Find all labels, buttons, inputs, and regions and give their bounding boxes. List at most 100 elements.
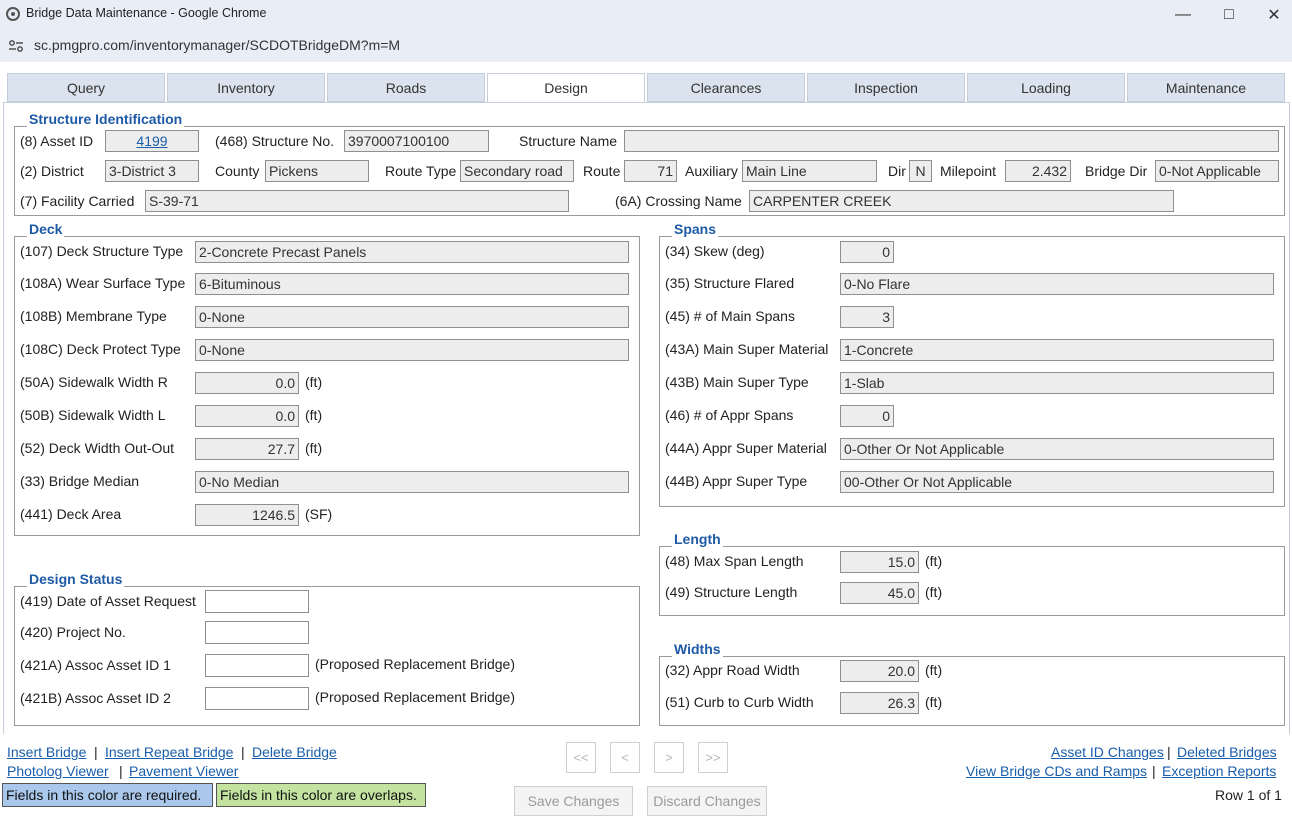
design-status-field-input[interactable] (205, 621, 309, 644)
deck-field-value[interactable]: 0.0 (195, 405, 299, 427)
design-status-field-input[interactable] (205, 590, 309, 613)
spans-field-label: (43A) Main Super Material (665, 341, 829, 357)
tab-inspection[interactable]: Inspection (807, 73, 965, 102)
facility-carried-field[interactable]: S-39-71 (145, 190, 569, 212)
deleted-bridges-link[interactable]: Deleted Bridges (1177, 744, 1277, 760)
deck-field-value[interactable]: 0-No Median (195, 471, 629, 493)
link-separator: | (119, 763, 123, 779)
spans-field-value[interactable]: 00-Other Or Not Applicable (840, 471, 1274, 493)
pavement-viewer-link[interactable]: Pavement Viewer (129, 763, 238, 779)
dir-field[interactable]: N (909, 160, 932, 182)
previous-record-button[interactable]: < (610, 742, 640, 773)
deck-field-value[interactable]: 27.7 (195, 438, 299, 460)
spans-field-value[interactable]: 0-Other Or Not Applicable (840, 438, 1274, 460)
spans-field-value[interactable]: 3 (840, 306, 894, 328)
milepoint-field[interactable]: 2.432 (1005, 160, 1071, 182)
spans-field-value[interactable]: 0-No Flare (840, 273, 1274, 295)
deck-field-label: (107) Deck Structure Type (20, 243, 184, 259)
asset-id-changes-link[interactable]: Asset ID Changes (1051, 744, 1164, 760)
discard-changes-button[interactable]: Discard Changes (647, 786, 767, 816)
tab-clearances[interactable]: Clearances (647, 73, 805, 102)
dir-label: Dir (888, 163, 906, 179)
spans-field-value[interactable]: 1-Slab (840, 372, 1274, 394)
tab-design[interactable]: Design (487, 73, 645, 103)
widths-field-value[interactable]: 26.3 (840, 692, 919, 714)
asset-id-field[interactable]: 4199 (105, 130, 199, 152)
delete-bridge-link[interactable]: Delete Bridge (252, 744, 337, 760)
length-field-value[interactable]: 15.0 (840, 551, 919, 573)
length-field-unit: (ft) (925, 553, 943, 569)
design-status-field-label: (421A) Assoc Asset ID 1 (20, 657, 171, 673)
structure-no-field[interactable]: 3970007100100 (344, 130, 489, 152)
bridge-dir-field[interactable]: 0-Not Applicable (1155, 160, 1279, 182)
link-separator: | (1152, 763, 1156, 779)
widths-field-unit: (ft) (925, 694, 943, 710)
maximize-icon[interactable]: □ (1206, 0, 1252, 30)
deck-field-value[interactable]: 0-None (195, 306, 629, 328)
length-field-value[interactable]: 45.0 (840, 582, 919, 604)
first-record-button[interactable]: << (566, 742, 596, 773)
window-title-bar: Bridge Data Maintenance - Google Chrome … (0, 0, 1292, 30)
widths-field-unit: (ft) (925, 662, 943, 678)
bridge-dir-label: Bridge Dir (1085, 163, 1148, 179)
spans-field-label: (43B) Main Super Type (665, 374, 809, 390)
deck-field-value[interactable]: 0.0 (195, 372, 299, 394)
deck-field-value[interactable]: 1246.5 (195, 504, 299, 526)
photolog-viewer-link[interactable]: Photolog Viewer (7, 763, 109, 779)
route-type-field[interactable]: Secondary road (460, 160, 574, 182)
deck-field-label: (108B) Membrane Type (20, 308, 167, 324)
deck-legend: Deck (27, 221, 65, 237)
design-status-field-input[interactable] (205, 687, 309, 710)
link-separator: | (241, 744, 245, 760)
deck-field-label: (50A) Sidewalk Width R (20, 374, 168, 390)
tab-query[interactable]: Query (7, 73, 165, 102)
length-field-unit: (ft) (925, 584, 943, 600)
widths-field-value[interactable]: 20.0 (840, 660, 919, 682)
insert-repeat-bridge-link[interactable]: Insert Repeat Bridge (105, 744, 233, 760)
last-record-button[interactable]: >> (698, 742, 728, 773)
exception-reports-link[interactable]: Exception Reports (1162, 763, 1276, 779)
insert-bridge-link[interactable]: Insert Bridge (7, 744, 86, 760)
district-field[interactable]: 3-District 3 (105, 160, 199, 182)
deck-field-value[interactable]: 0-None (195, 339, 629, 361)
save-changes-button[interactable]: Save Changes (514, 786, 633, 816)
district-label: (2) District (20, 163, 84, 179)
spans-field-label: (34) Skew (deg) (665, 243, 765, 259)
spans-field-value[interactable]: 0 (840, 405, 894, 427)
deck-field-unit: (SF) (305, 506, 333, 522)
address-bar[interactable]: sc.pmgpro.com/inventorymanager/SCDOTBrid… (0, 30, 1292, 62)
auxiliary-label: Auxiliary (685, 163, 738, 179)
route-type-label: Route Type (385, 163, 457, 179)
site-settings-icon[interactable] (8, 39, 24, 53)
structure-name-field[interactable] (624, 130, 1279, 152)
county-field[interactable]: Pickens (265, 160, 369, 182)
spans-field-value[interactable]: 1-Concrete (840, 339, 1274, 361)
design-status-field-input[interactable] (205, 654, 309, 677)
deck-field-label: (50B) Sidewalk Width L (20, 407, 166, 423)
tab-loading[interactable]: Loading (967, 73, 1125, 102)
design-status-field-label: (421B) Assoc Asset ID 2 (20, 690, 171, 706)
structure-no-label: (468) Structure No. (215, 133, 335, 149)
deck-field-value[interactable]: 2-Concrete Precast Panels (195, 241, 629, 263)
asset-id-link[interactable]: 4199 (136, 133, 167, 149)
close-icon[interactable]: ✕ (1251, 0, 1292, 30)
crossing-name-field[interactable]: CARPENTER CREEK (749, 190, 1174, 212)
view-bridge-cds-ramps-link[interactable]: View Bridge CDs and Ramps (966, 763, 1147, 779)
facility-carried-label: (7) Facility Carried (20, 193, 135, 209)
deck-field-value[interactable]: 6-Bituminous (195, 273, 629, 295)
design-status-legend: Design Status (27, 571, 125, 587)
spans-field-label: (44A) Appr Super Material (665, 440, 827, 456)
next-record-button[interactable]: > (654, 742, 684, 773)
deck-field-label: (441) Deck Area (20, 506, 122, 522)
tab-maintenance[interactable]: Maintenance (1127, 73, 1285, 102)
spans-field-value[interactable]: 0 (840, 241, 894, 263)
minimize-icon[interactable]: — (1160, 0, 1206, 30)
auxiliary-field[interactable]: Main Line (742, 160, 877, 182)
route-label: Route (583, 163, 621, 179)
tab-roads[interactable]: Roads (327, 73, 485, 102)
deck-field-label: (33) Bridge Median (20, 473, 140, 489)
tab-inventory[interactable]: Inventory (167, 73, 325, 102)
design-status-field-note: (Proposed Replacement Bridge) (315, 656, 515, 672)
spans-field-label: (44B) Appr Super Type (665, 473, 808, 489)
route-field[interactable]: 71 (624, 160, 677, 182)
